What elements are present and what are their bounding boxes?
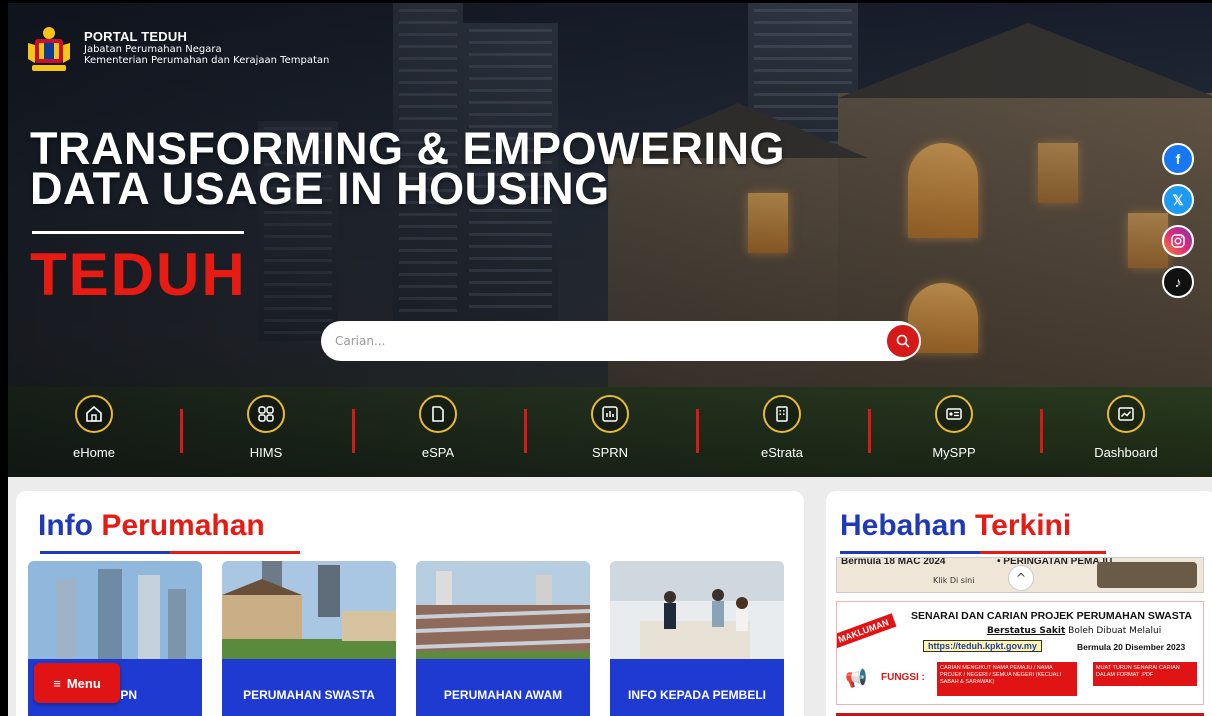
info-cards: UK JPN PERUMAHAN SWASTA <box>28 561 784 716</box>
building-icon <box>763 395 801 433</box>
site-brand[interactable]: PORTAL TEDUH Jabatan Perumahan Negara Ke… <box>22 23 329 77</box>
banner-subheading: Berstatus Sakit Boleh Dibuat Melalui <box>987 626 1161 636</box>
banner-tag: MAKLUMAN <box>837 613 897 649</box>
site-title: PORTAL TEDUH <box>84 29 188 44</box>
info-card[interactable]: INFO KEPADA PEMBELI <box>610 561 784 716</box>
trend-chart-icon <box>1107 395 1145 433</box>
banner-sub-strong: Berstatus Sakit <box>987 626 1066 636</box>
hero-banner: PORTAL TEDUH Jabatan Perumahan Negara Ke… <box>8 3 1212 477</box>
section-underline <box>840 551 980 554</box>
grid-icon <box>247 395 285 433</box>
card-image <box>222 561 396 659</box>
megaphone-icon: 📢 <box>845 668 868 689</box>
card-image <box>416 561 590 659</box>
search-bar <box>321 321 921 361</box>
nav-label: MySPP <box>932 445 976 460</box>
id-card-icon <box>935 395 973 433</box>
search-icon <box>896 334 910 348</box>
site-subtitle-agency: Jabatan Perumahan Negara <box>84 44 222 55</box>
search-input[interactable] <box>335 331 875 351</box>
card-label: PERUMAHAN AWAM <box>416 659 590 716</box>
banner-image <box>1097 562 1197 588</box>
section-title: Info Perumahan <box>38 509 265 543</box>
section-title-part: Terkini <box>975 509 1072 542</box>
nav-item-sprn[interactable]: SPRN <box>524 395 696 465</box>
info-perumahan-section: Info Perumahan UK JPN <box>16 491 804 716</box>
info-card[interactable]: PERUMAHAN SWASTA <box>222 561 396 716</box>
chevron-up-icon[interactable]: ^ <box>1008 565 1034 591</box>
hamburger-icon: ≡ <box>53 675 61 691</box>
banner-url: https://teduh.kpkt.gov.my <box>923 640 1042 652</box>
nav-label: eSPA <box>421 445 455 460</box>
instagram-glyph-icon <box>1171 234 1185 248</box>
banner-text: Bermula 18 MAC 2024 <box>841 557 946 567</box>
banner-date: Bermula 20 Disember 2023 <box>1077 642 1186 652</box>
instagram-icon[interactable] <box>1162 225 1194 257</box>
card-label: INFO KEPADA PEMBELI <box>610 659 784 716</box>
document-icon <box>419 395 457 433</box>
banner-function-2: MUAT TURUN SENARAI CARIAN DALAM FORMAT .… <box>1093 662 1197 686</box>
section-title-part: Info <box>38 509 93 542</box>
social-links: f 𝕏 ♪ <box>1162 143 1194 298</box>
banner-fungsi: FUNGSI : <box>881 672 925 683</box>
tiktok-icon[interactable]: ♪ <box>1162 266 1194 298</box>
section-title-part: Hebahan <box>840 509 967 542</box>
home-icon <box>75 395 113 433</box>
bar-chart-icon <box>591 395 629 433</box>
nav-label: eStrata <box>761 445 803 460</box>
nav-item-estrata[interactable]: eStrata <box>696 395 868 465</box>
section-title: Hebahan Terkini <box>840 509 1071 543</box>
nav-label: HIMS <box>249 445 283 460</box>
info-card[interactable]: PERUMAHAN AWAM <box>416 561 590 716</box>
card-label: PERUMAHAN SWASTA <box>222 659 396 716</box>
nav-item-dashboard[interactable]: Dashboard <box>1040 395 1212 465</box>
hero-brand-word: TEDUH <box>30 241 247 308</box>
section-title-part: Perumahan <box>101 509 265 542</box>
menu-button[interactable]: ≡ Menu <box>34 663 120 703</box>
nav-label: eHome <box>73 445 115 460</box>
banner-sub-text: Boleh Dibuat Melalui <box>1068 626 1162 636</box>
x-icon[interactable]: 𝕏 <box>1162 184 1194 216</box>
facebook-icon[interactable]: f <box>1162 143 1194 175</box>
menu-label: Menu <box>66 675 101 691</box>
nav-item-hims[interactable]: HIMS <box>180 395 352 465</box>
card-image <box>28 561 202 659</box>
nav-label: Dashboard <box>1094 445 1158 460</box>
nav-item-espa[interactable]: eSPA <box>352 395 524 465</box>
site-subtitle-ministry: Kementerian Perumahan dan Kerajaan Tempa… <box>84 55 330 66</box>
hebahan-terkini-section: Hebahan Terkini Bermula 18 MAC 2024 • PE… <box>826 491 1212 716</box>
nav-item-myspp[interactable]: MySPP <box>868 395 1040 465</box>
nav-item-ehome[interactable]: eHome <box>8 395 180 465</box>
hero-divider <box>32 231 244 234</box>
banner-text: Klik Di sini <box>933 576 975 585</box>
card-image <box>610 561 784 659</box>
page-frame: PORTAL TEDUH Jabatan Perumahan Negara Ke… <box>0 0 1212 716</box>
system-nav: eHome HIMS eSPA SPRN eStrata MySPP Dashb… <box>8 395 1212 465</box>
hero-headline-line2: DATA USAGE IN HOUSING <box>30 163 610 214</box>
section-underline <box>170 551 300 554</box>
search-button[interactable] <box>885 323 921 359</box>
hero-headline: TRANSFORMING & EMPOWERING DATA USAGE IN … <box>30 126 785 214</box>
banner-heading: SENARAI DAN CARIAN PROJEK PERUMAHAN SWAS… <box>911 610 1192 622</box>
announcement-banner[interactable]: MAKLUMAN SENARAI DAN CARIAN PROJEK PERUM… <box>836 601 1204 705</box>
section-underline <box>980 551 1106 554</box>
section-underline <box>40 551 170 554</box>
nav-label: SPRN <box>591 445 629 460</box>
malaysia-crest-icon <box>28 27 70 71</box>
banner-function-1: CARIAN MENGIKUT NAMA PEMAJU / NAMA PROJE… <box>937 662 1077 696</box>
